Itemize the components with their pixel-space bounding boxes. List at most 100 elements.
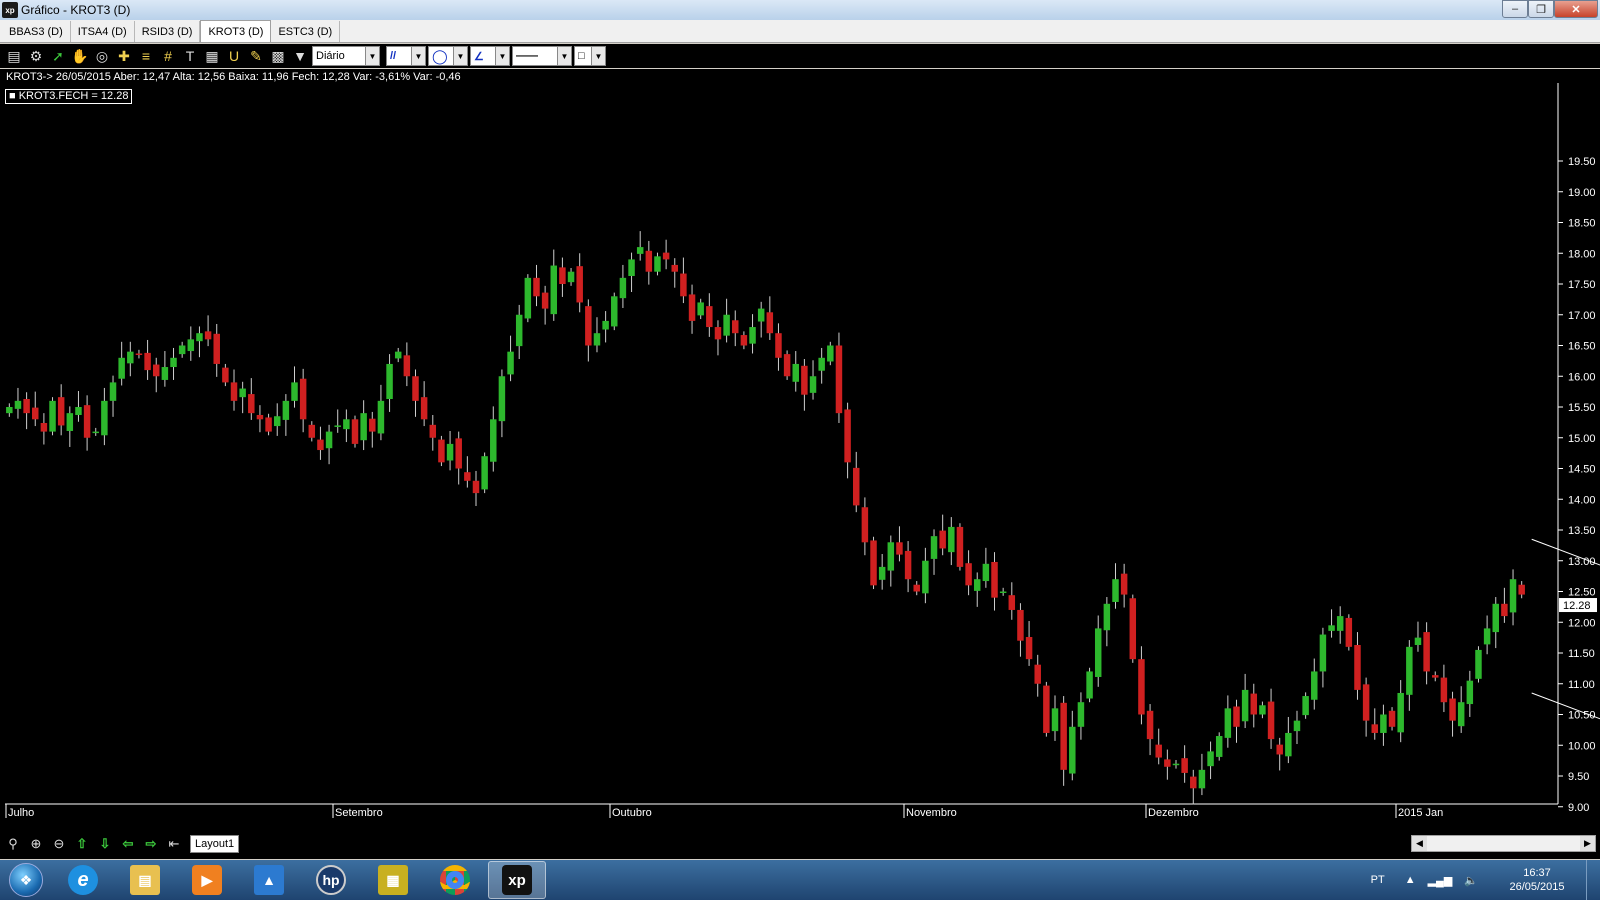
fan-tool-select[interactable]: ∠ ▼ [470,46,510,66]
candle-up [818,357,825,371]
text-tool-icon[interactable]: T [180,46,200,66]
go-to-start-icon[interactable]: ⇤ [165,835,183,853]
candle-down [1432,675,1439,678]
color-select[interactable]: □ ▼ [574,46,606,66]
hand-pan-icon[interactable]: ✋ [70,46,90,66]
show-hidden-icons-icon[interactable]: ▲ [1405,874,1416,886]
candle-up [809,376,817,393]
chevron-down-icon: ▼ [495,47,509,65]
scroll-left-icon[interactable]: ◀ [1412,836,1427,851]
x-month-label: Dezembro [1148,807,1199,819]
y-tick-label: 10.00 [1568,740,1596,752]
period-select[interactable]: Diário ▼ [312,46,380,66]
line-style-select[interactable]: —— ▼ [512,46,572,66]
taskbar-app-chrome[interactable] [426,861,484,899]
y-tick-label: 16.50 [1568,341,1596,353]
taskbar-app-ie[interactable]: e [54,861,112,899]
zoom-icon[interactable]: ⚲ [4,835,22,853]
show-desktop-button[interactable] [1586,860,1600,900]
candle-down [559,267,566,284]
shape-tool-select[interactable]: ◯ ▼ [428,46,468,66]
calculator-icon[interactable]: ▦ [202,46,222,66]
candle-up [757,308,765,322]
y-tick-label: 12.00 [1568,617,1596,629]
arrow-right-icon[interactable]: ⇨ [142,835,160,853]
taskbar-app-network[interactable]: ▲ [240,861,298,899]
candle-down [870,540,877,586]
candle-up [118,357,125,379]
zoom-out-icon[interactable]: ⊖ [50,835,68,853]
candle-up [1293,720,1301,732]
scroll-right-icon[interactable]: ▶ [1580,836,1595,851]
clipboard-icon[interactable]: ▩ [268,46,288,66]
candle-up [161,367,169,380]
crosshair-icon[interactable]: ✚ [114,46,134,66]
candle-up [1241,689,1249,722]
indicator-icon[interactable]: ➚ [48,46,68,66]
taskbar-app-xp[interactable]: xp [488,861,546,899]
candle-down [455,438,462,469]
magnet-icon[interactable]: U [224,46,244,66]
candle-down [299,378,307,420]
taskbar-app-explorer[interactable]: ▤ [116,861,174,899]
candle-down [57,397,65,426]
network-icon: ▲ [254,865,284,895]
candle-down [23,399,30,414]
tab-krot3[interactable]: KROT3 (D) [200,20,272,42]
close-icon: ✕ [1571,3,1581,16]
candle-down [1008,595,1016,610]
candle-down [1164,759,1171,767]
candle-down [317,439,324,451]
taskbar-app-hp[interactable]: hp [302,861,360,899]
chart-type-icon[interactable]: ▤ [4,46,24,66]
arrow-up-icon[interactable]: ⇧ [73,835,91,853]
candle-up [1311,671,1318,700]
zoom-in-icon[interactable]: ⊕ [27,835,45,853]
horizontal-scrollbar[interactable]: ◀ ▶ [1411,835,1596,852]
volume-icon[interactable]: 🔈 [1464,874,1478,887]
maximize-button[interactable]: ❐ [1528,0,1554,18]
candle-up [636,247,644,254]
candle-up [948,526,955,553]
y-tick-label: 9.00 [1568,802,1589,814]
windows-logo-icon: ❖ [9,863,43,897]
clock-date: 26/05/2015 [1509,881,1565,893]
tab-estc3[interactable]: ESTC3 (D) [271,21,341,42]
close-button[interactable]: ✕ [1554,0,1598,18]
layout-tab[interactable]: Layout1 [190,834,240,853]
candle-up [973,579,981,591]
taskbar-app-archive[interactable]: ▦ [364,861,422,899]
language-indicator[interactable]: PT [1371,874,1385,886]
clock[interactable]: 16:37 26/05/2015 [1492,866,1582,894]
eraser-icon[interactable]: ✎ [246,46,266,66]
minimize-button[interactable]: – [1502,0,1528,18]
chart-area[interactable]: 19.50 19.00 18.50 18.00 17.50 17.00 16.50 16.00… [0,69,1600,859]
settings-gear-icon[interactable]: ⚙ [26,46,46,66]
zoom-area-icon[interactable]: ◎ [92,46,112,66]
line-style-icon: —— [516,50,538,62]
minimize-icon: – [1511,3,1519,15]
last-price-label: 12.28 [1563,600,1591,612]
filter-icon[interactable]: ▼ [290,46,310,66]
tab-bbas3[interactable]: BBAS3 (D) [2,21,71,42]
tab-itsa4[interactable]: ITSA4 (D) [71,21,135,42]
arrow-down-icon[interactable]: ⇩ [96,835,114,853]
chrome-icon [440,865,470,895]
candle-up [1483,628,1491,645]
taskbar-app-media[interactable]: ▶ [178,861,236,899]
arrow-left-icon[interactable]: ⇦ [119,835,137,853]
start-button[interactable]: ❖ [4,860,48,900]
candle-down [1362,684,1370,721]
line-tool-select[interactable]: // ▼ [386,46,426,66]
candle-up [550,265,558,315]
parallel-lines-icon: // [390,50,397,62]
candlestick-chart[interactable]: 19.50 19.00 18.50 18.00 17.50 17.00 16.50 16.00… [0,69,1600,834]
signal-bars-icon[interactable]: ▂▄▆ [1428,874,1453,887]
fibonacci-icon[interactable]: ≡ [136,46,156,66]
grid-icon[interactable]: # [158,46,178,66]
candle-up [196,333,203,342]
candle-up [377,400,385,434]
candle-up [999,591,1007,593]
candle-down [248,394,255,414]
tab-rsid3[interactable]: RSID3 (D) [135,21,201,42]
